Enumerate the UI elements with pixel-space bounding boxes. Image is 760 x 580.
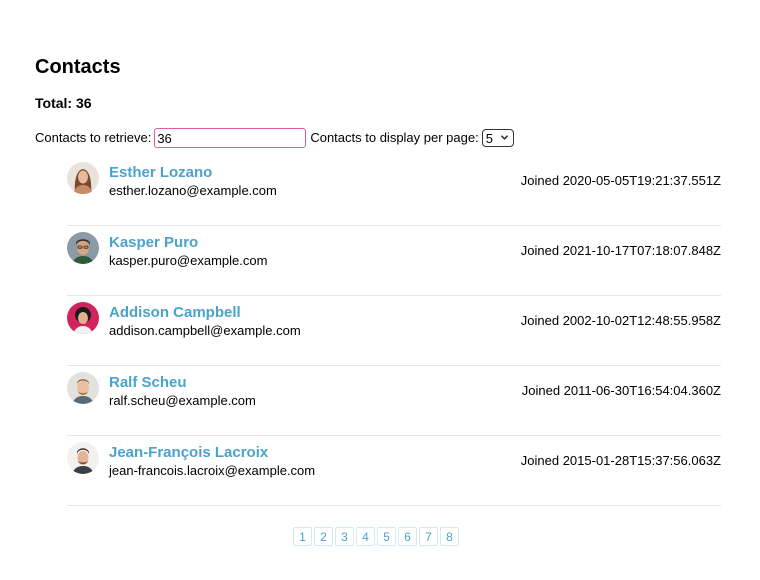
contact-email: addison.campbell@example.com — [109, 323, 301, 338]
contact-name-link[interactable]: Jean-François Lacroix — [109, 444, 268, 462]
avatar — [67, 162, 99, 194]
list-controls: Contacts to retrieve: Contacts to displa… — [35, 127, 514, 149]
retrieve-label: Contacts to retrieve: — [35, 130, 152, 145]
per-page-select[interactable]: 5 — [481, 129, 514, 147]
man-portrait-icon — [67, 442, 99, 474]
contact-email: esther.lozano@example.com — [109, 183, 277, 198]
page-link-2[interactable]: 2 — [314, 527, 333, 546]
contact-name-link[interactable]: Kasper Puro — [109, 234, 198, 252]
page-link-8[interactable]: 8 — [440, 527, 459, 546]
page-link-7[interactable]: 7 — [419, 527, 438, 546]
contact-joined-date: Joined 2021-10-17T07:18:07.848Z — [520, 243, 721, 258]
contact-item: Jean-François Lacroix jean-francois.lacr… — [67, 436, 721, 506]
page-link-5[interactable]: 5 — [377, 527, 396, 546]
page-title: Contacts — [35, 56, 121, 78]
contact-email: kasper.puro@example.com — [109, 253, 268, 268]
contact-item: Addison Campbell addison.campbell@exampl… — [67, 296, 721, 366]
contact-email: ralf.scheu@example.com — [109, 393, 256, 408]
page-link-1[interactable]: 1 — [293, 527, 312, 546]
avatar — [67, 232, 99, 264]
contact-joined-date: Joined 2015-01-28T15:37:56.063Z — [520, 453, 721, 468]
contact-name-link[interactable]: Addison Campbell — [109, 304, 241, 322]
contact-joined-date: Joined 2011-06-30T16:54:04.360Z — [521, 383, 721, 398]
avatar — [67, 442, 99, 474]
page-link-4[interactable]: 4 — [356, 527, 375, 546]
contact-email: jean-francois.lacroix@example.com — [109, 463, 316, 478]
contact-name-link[interactable]: Esther Lozano — [109, 164, 212, 182]
chevron-down-icon — [500, 135, 508, 140]
contact-joined-date: Joined 2020-05-05T19:21:37.551Z — [520, 173, 721, 188]
per-page-label: Contacts to display per page: — [310, 130, 479, 145]
retrieve-count-input[interactable] — [154, 128, 307, 148]
per-page-value: 5 — [485, 130, 493, 146]
page-link-3[interactable]: 3 — [335, 527, 354, 546]
avatar — [67, 372, 99, 404]
man-portrait-icon — [67, 232, 99, 264]
contact-list: Esther Lozano esther.lozano@example.com … — [67, 156, 721, 506]
total-count: Total: 36 — [35, 95, 92, 111]
contact-item: Ralf Scheu ralf.scheu@example.com Joined… — [67, 366, 721, 436]
woman-portrait-icon — [67, 302, 99, 334]
woman-portrait-icon — [67, 162, 99, 194]
contact-item: Kasper Puro kasper.puro@example.com Join… — [67, 226, 721, 296]
contact-joined-date: Joined 2002-10-02T12:48:55.958Z — [520, 313, 721, 328]
man-portrait-icon — [67, 372, 99, 404]
contact-item: Esther Lozano esther.lozano@example.com … — [67, 156, 721, 226]
pagination: 1 2 3 4 5 6 7 8 — [293, 527, 459, 546]
page-link-6[interactable]: 6 — [398, 527, 417, 546]
contact-name-link[interactable]: Ralf Scheu — [109, 374, 187, 392]
avatar — [67, 302, 99, 334]
